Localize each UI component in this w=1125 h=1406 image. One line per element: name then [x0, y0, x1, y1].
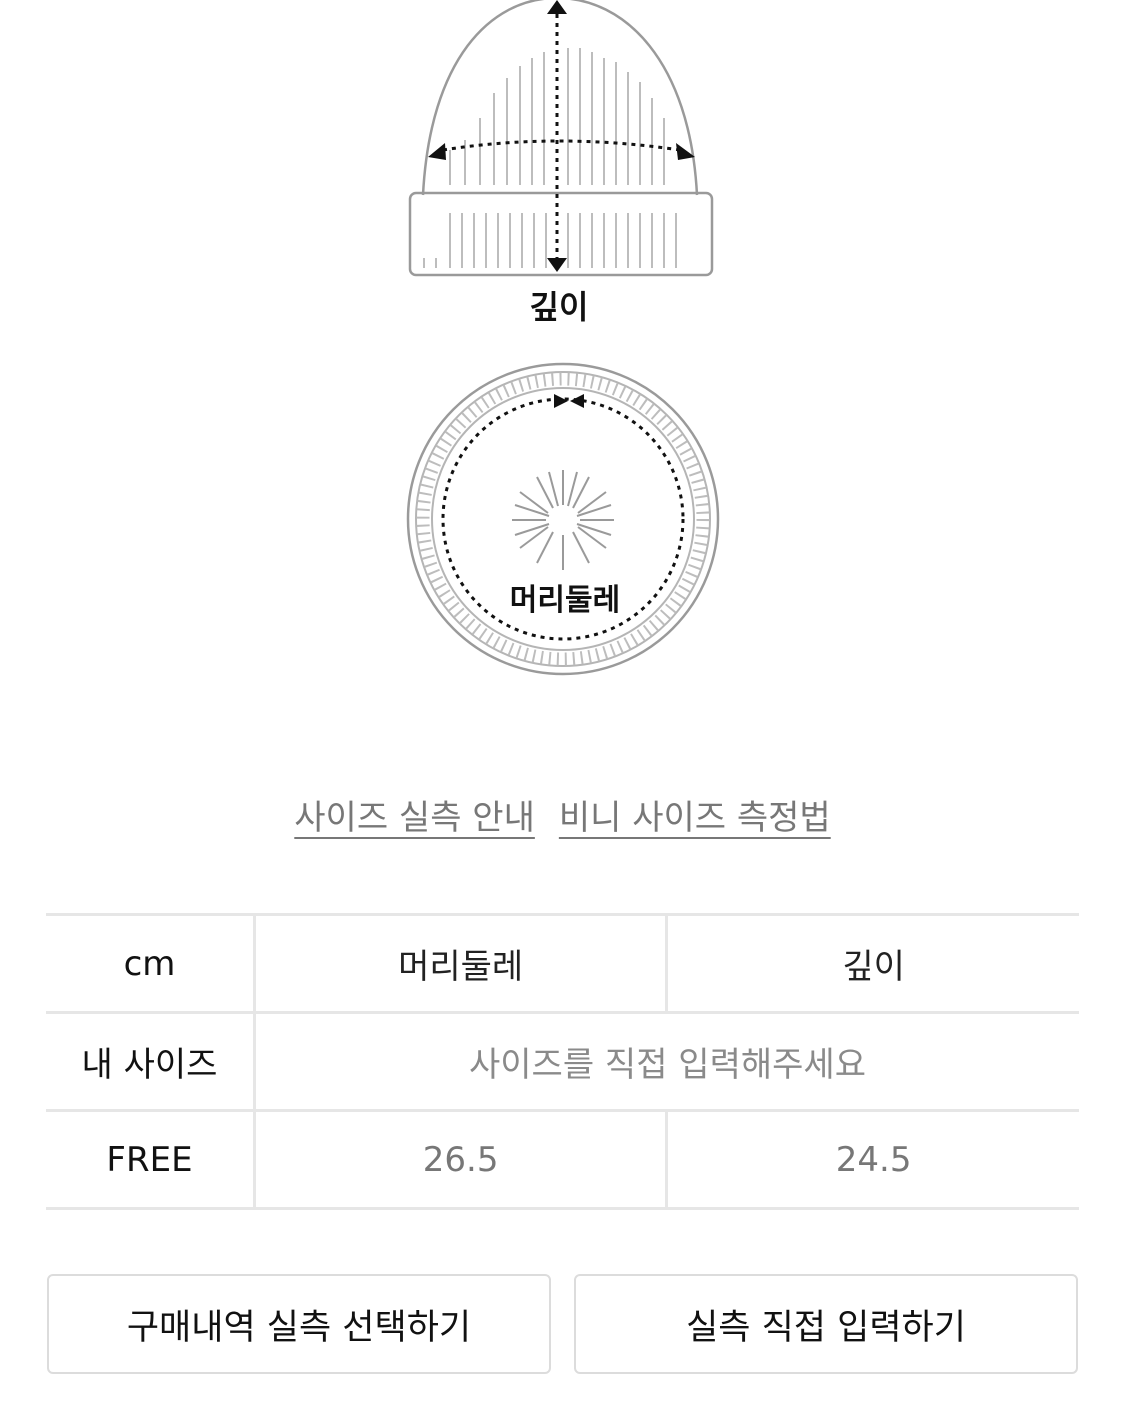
beanie-top-diagram: 머리둘레 [406, 362, 720, 676]
circumference-cell: 26.5 [254, 1109, 669, 1210]
beanie-measurement-illustration: 깊이 머리둘레 [406, 0, 720, 676]
size-guide-link[interactable]: 사이즈 실측 안내 [294, 790, 535, 839]
depth-label: 깊이 [530, 288, 589, 326]
beanie-front-diagram: 깊이 [408, 0, 714, 326]
enter-measurement-button[interactable]: 실측 직접 입력하기 [574, 1274, 1078, 1374]
my-size-row: 내 사이즈 사이즈를 직접 입력해주세요 [46, 1011, 1079, 1112]
select-purchase-history-button[interactable]: 구매내역 실측 선택하기 [47, 1274, 551, 1374]
circumference-header: 머리둘레 [254, 913, 669, 1014]
table-header-row: cm 머리둘레 깊이 [46, 913, 1079, 1014]
beanie-measure-method-link[interactable]: 비니 사이즈 측정법 [559, 790, 831, 839]
size-table: cm 머리둘레 깊이 내 사이즈 사이즈를 직접 입력해주세요 FREE 26.… [46, 913, 1079, 1210]
my-size-input[interactable]: 사이즈를 직접 입력해주세요 [254, 1011, 1079, 1112]
depth-header: 깊이 [666, 913, 1079, 1014]
table-row: FREE 26.5 24.5 [46, 1109, 1079, 1210]
depth-cell: 24.5 [666, 1109, 1079, 1210]
size-guide-links: 사이즈 실측 안내 비니 사이즈 측정법 [0, 790, 1125, 839]
my-size-label: 내 사이즈 [46, 1011, 256, 1112]
size-name-cell: FREE [46, 1109, 256, 1210]
action-buttons: 구매내역 실측 선택하기 실측 직접 입력하기 [47, 1274, 1078, 1374]
unit-header: cm [46, 913, 256, 1014]
circumference-label: 머리둘레 [510, 583, 620, 618]
